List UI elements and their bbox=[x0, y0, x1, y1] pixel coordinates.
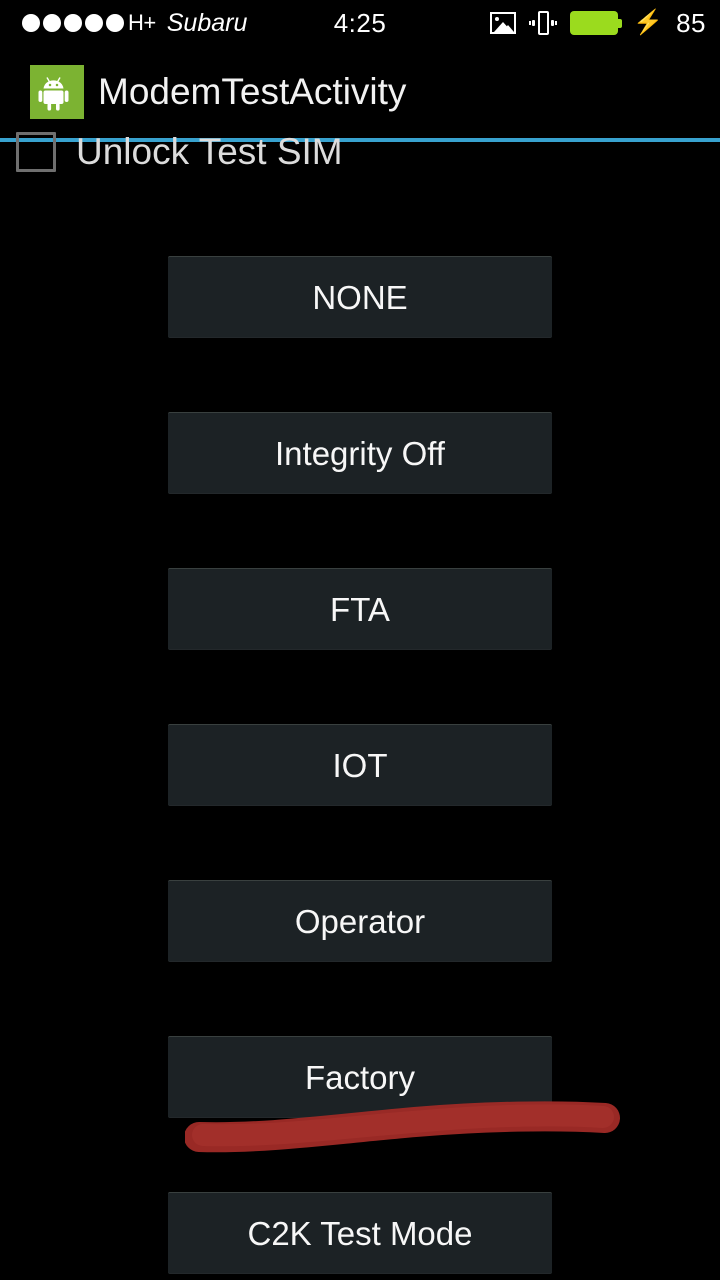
unlock-test-sim-checkbox[interactable] bbox=[16, 132, 56, 172]
main-content: Unlock Test SIM NONE Integrity Off FTA I… bbox=[0, 131, 720, 1280]
button-fta[interactable]: FTA bbox=[168, 568, 552, 650]
image-icon bbox=[490, 12, 517, 34]
charging-bolt-icon: ⚡ bbox=[633, 9, 664, 36]
button-iot[interactable]: IOT bbox=[168, 724, 552, 806]
unlock-test-sim-label: Unlock Test SIM bbox=[76, 131, 343, 172]
status-bar-right: ⚡ 85 bbox=[490, 0, 706, 46]
phone-screen: H+ Subaru 4:25 ⚡ 85 ModemTestActivity Un… bbox=[0, 0, 720, 1280]
battery-percent-label: 85 bbox=[676, 7, 706, 38]
button-integrity-off[interactable]: Integrity Off bbox=[168, 412, 552, 494]
vibrate-icon bbox=[529, 11, 558, 35]
button-operator[interactable]: Operator bbox=[168, 880, 552, 962]
unlock-test-sim-row[interactable]: Unlock Test SIM bbox=[0, 122, 720, 182]
status-bar: H+ Subaru 4:25 ⚡ 85 bbox=[0, 0, 720, 46]
android-robot-icon bbox=[30, 65, 84, 119]
page-title: ModemTestActivity bbox=[98, 71, 407, 112]
battery-icon bbox=[570, 11, 623, 35]
button-c2k-test-mode[interactable]: C2K Test Mode bbox=[168, 1192, 552, 1274]
button-factory[interactable]: Factory bbox=[168, 1036, 552, 1118]
button-none[interactable]: NONE bbox=[168, 256, 552, 338]
